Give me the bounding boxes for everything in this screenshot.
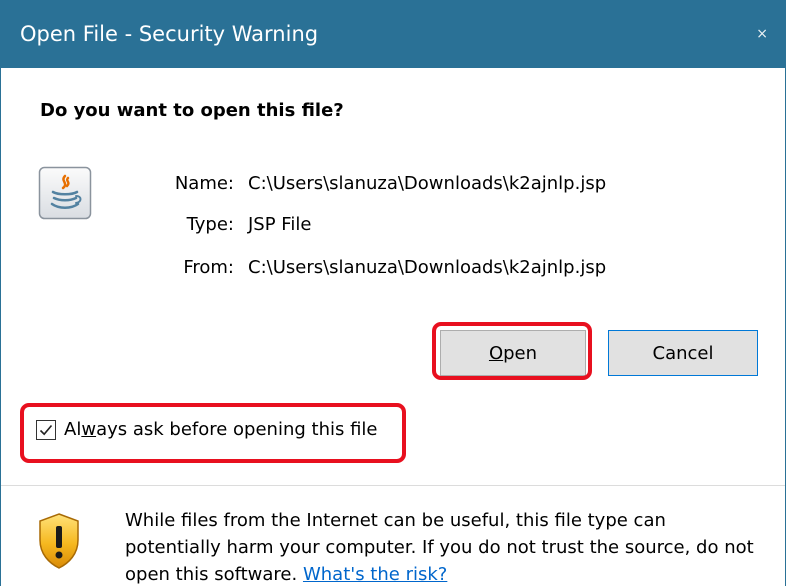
open-label: pen xyxy=(503,342,538,364)
type-label: Type: xyxy=(186,214,234,235)
name-label: Name: xyxy=(174,173,234,194)
type-value: JSP File xyxy=(248,214,312,235)
always-ask-label: Always ask before opening this file xyxy=(64,419,378,440)
whats-the-risk-link[interactable]: What's the risk? xyxy=(303,564,447,585)
name-value: C:\Users\slanuza\Downloads\k2ajnlp.jsp xyxy=(248,173,607,194)
checkmark-icon xyxy=(39,424,53,435)
divider xyxy=(1,485,785,486)
close-icon[interactable]: × xyxy=(756,26,768,42)
from-label: From: xyxy=(183,257,234,278)
warning-message: While files from the Internet can be use… xyxy=(125,507,765,588)
open-mnemonic: O xyxy=(488,342,504,364)
from-value: C:\Users\slanuza\Downloads\k2ajnlp.jsp xyxy=(248,257,607,278)
java-icon xyxy=(38,166,92,220)
window-border-left xyxy=(0,68,1,586)
title-bar[interactable]: Open File - Security Warning × xyxy=(0,0,786,68)
shield-warning-icon xyxy=(37,512,81,570)
always-ask-checkbox-row[interactable]: Always ask before opening this file xyxy=(36,419,378,440)
open-button[interactable]: Open xyxy=(440,330,586,376)
cancel-button[interactable]: Cancel xyxy=(608,330,758,376)
window-title: Open File - Security Warning xyxy=(20,22,319,46)
always-ask-checkbox[interactable] xyxy=(36,419,56,440)
dialog-question: Do you want to open this file? xyxy=(40,100,344,121)
